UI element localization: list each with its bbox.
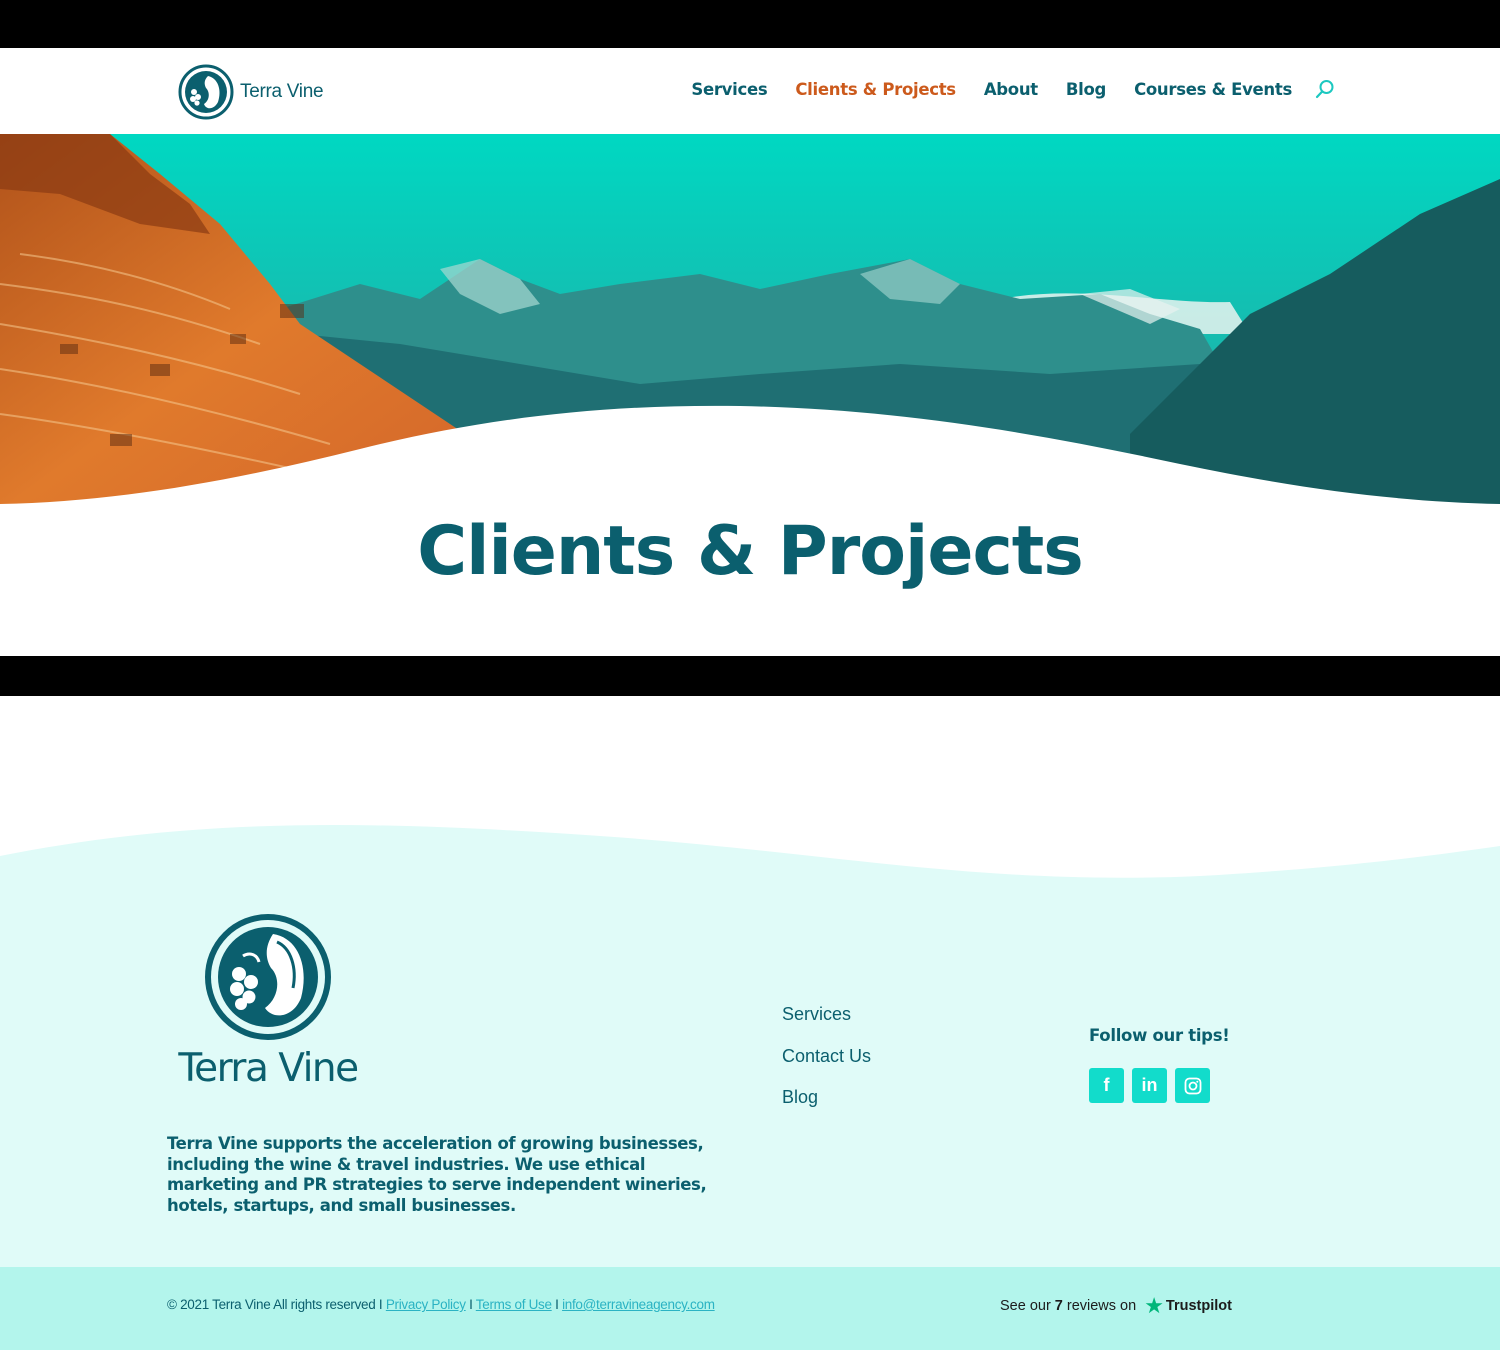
nav-courses-events[interactable]: Courses & Events: [1134, 80, 1292, 99]
privacy-policy-link[interactable]: Privacy Policy: [386, 1297, 466, 1312]
main-nav: Services Clients & Projects About Blog C…: [663, 78, 1336, 100]
mid-letterbox: [0, 656, 1500, 696]
hero-mountain-vineyard-image: [0, 134, 1500, 514]
linkedin-icon[interactable]: in: [1132, 1068, 1167, 1103]
trustpilot-widget[interactable]: See our 7 reviews on ★ Trustpilot: [1000, 1295, 1232, 1317]
footer-links: Services Contact Us Blog: [782, 1004, 871, 1129]
trustpilot-prefix: See our: [1000, 1298, 1051, 1314]
site-header: Terra Vine Services Clients & Projects A…: [0, 48, 1500, 134]
hero-section: Clients & Projects: [0, 134, 1500, 656]
top-letterbox: [0, 0, 1500, 48]
footer-link-services[interactable]: Services: [782, 1004, 871, 1046]
trustpilot-star-icon: ★: [1144, 1293, 1164, 1318]
footer-logo[interactable]: Terra Vine: [168, 912, 368, 1091]
footer-link-contact-us[interactable]: Contact Us: [782, 1046, 871, 1088]
nav-services[interactable]: Services: [691, 80, 767, 99]
nav-about[interactable]: About: [984, 80, 1038, 99]
nav-blog[interactable]: Blog: [1066, 80, 1106, 99]
social-links: f in: [1089, 1068, 1210, 1103]
copyright-line: © 2021 Terra Vine All rights reserved I …: [167, 1297, 715, 1312]
site-footer: Terra Vine Terra Vine supports the accel…: [0, 696, 1500, 1350]
page-title: Clients & Projects: [417, 512, 1084, 591]
trustpilot-suffix: reviews on: [1066, 1298, 1137, 1314]
email-link[interactable]: info@terravineagency.com: [562, 1297, 715, 1312]
separator: I: [555, 1297, 559, 1312]
separator: I: [469, 1297, 473, 1312]
terms-of-use-link[interactable]: Terms of Use: [476, 1297, 552, 1312]
terra-vine-logo-icon: [205, 914, 331, 1040]
footer-link-blog[interactable]: Blog: [782, 1087, 871, 1129]
nav-clients-projects[interactable]: Clients & Projects: [795, 80, 956, 99]
footer-bottom-bar: © 2021 Terra Vine All rights reserved I …: [0, 1267, 1500, 1350]
terra-vine-logo-icon: [178, 64, 234, 120]
footer-about-text: Terra Vine supports the acceleration of …: [167, 1134, 707, 1215]
footer-logo-text: Terra Vine: [178, 1046, 359, 1091]
trustpilot-brand: Trustpilot: [1165, 1298, 1232, 1314]
trustpilot-review-count: 7: [1054, 1298, 1063, 1314]
facebook-icon[interactable]: f: [1089, 1068, 1124, 1103]
header-logo-text: Terra Vine: [240, 81, 324, 102]
instagram-glyph-icon: [1184, 1077, 1201, 1094]
header-logo[interactable]: Terra Vine: [178, 64, 324, 120]
copyright-text: © 2021 Terra Vine All rights reserved I: [167, 1297, 383, 1312]
follow-heading: Follow our tips!: [1089, 1026, 1230, 1045]
search-icon[interactable]: [1314, 78, 1336, 100]
instagram-icon[interactable]: [1175, 1068, 1210, 1103]
